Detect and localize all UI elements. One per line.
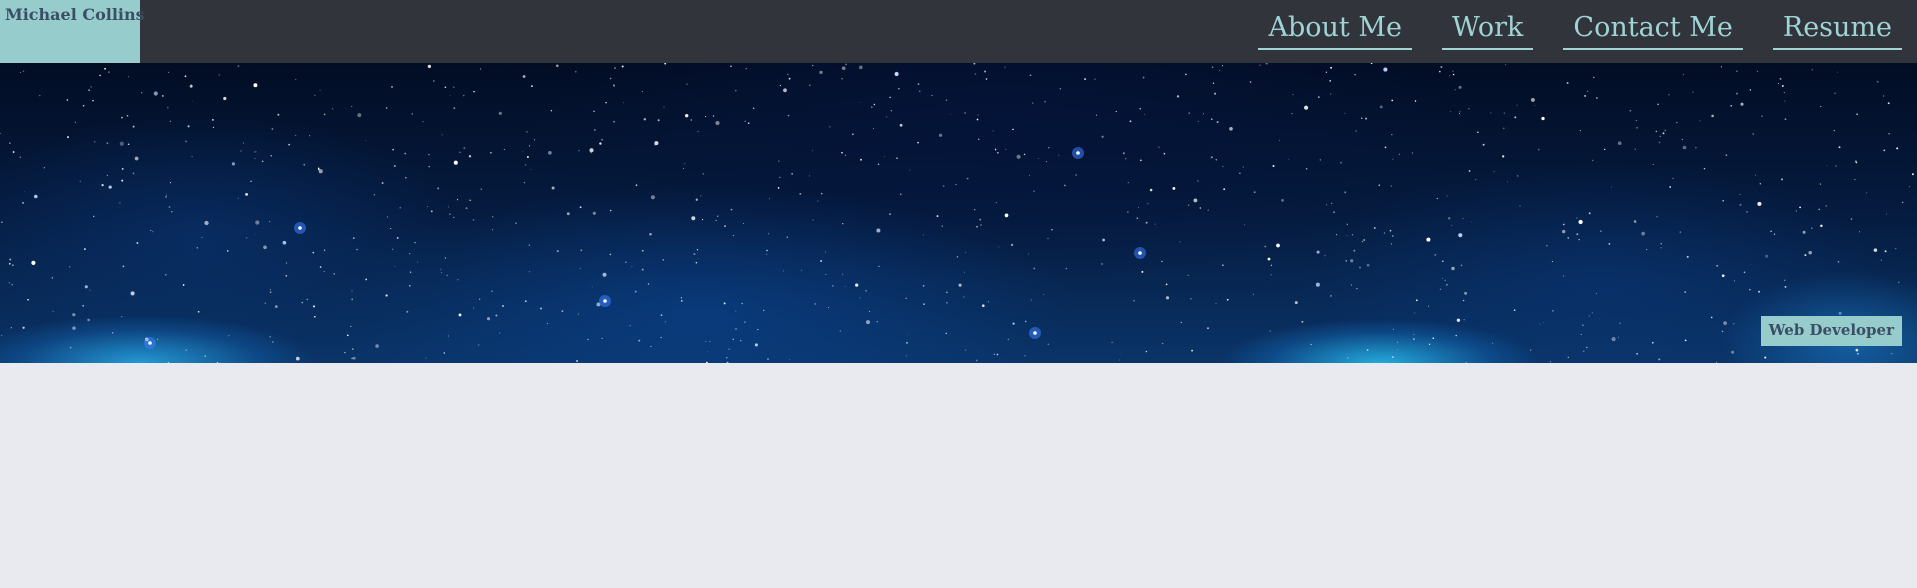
site-header: Michael Collins About Me Work Contact Me… <box>0 0 1917 63</box>
nav-link-contact-me[interactable]: Contact Me <box>1563 10 1743 50</box>
starfield-image <box>0 63 1914 363</box>
main-nav: About Me Work Contact Me Resume <box>1258 10 1902 50</box>
role-badge-label: Web Developer <box>1768 321 1894 339</box>
nav-link-work[interactable]: Work <box>1441 10 1534 50</box>
brand-name: Michael Collins <box>5 5 145 24</box>
hero-starfield-banner: Web Developer <box>0 63 1917 363</box>
role-badge: Web Developer <box>1760 316 1902 346</box>
site-brand[interactable]: Michael Collins <box>0 0 145 63</box>
nav-link-about-me[interactable]: About Me <box>1258 10 1412 50</box>
nav-link-resume[interactable]: Resume <box>1772 10 1902 50</box>
